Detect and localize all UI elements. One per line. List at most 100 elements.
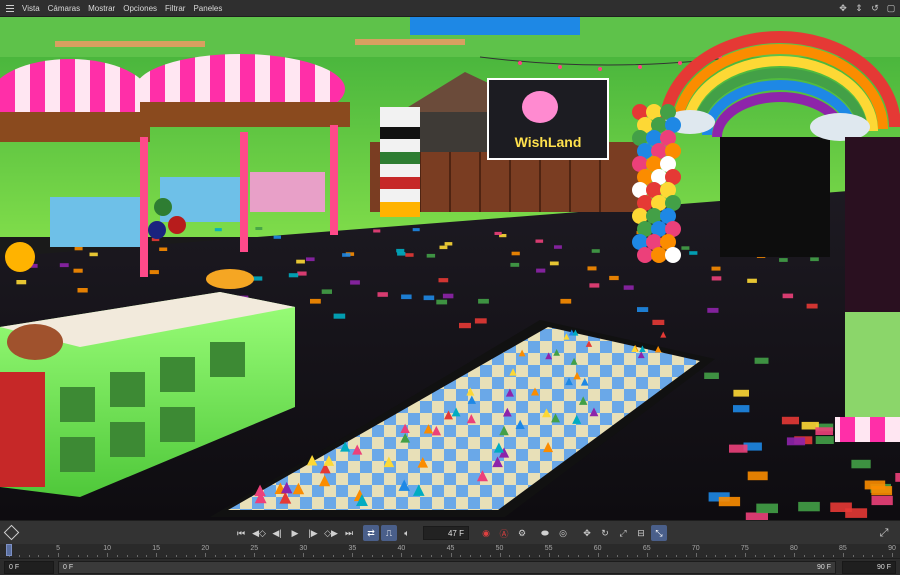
timeline-tick-label: 50 bbox=[495, 545, 504, 552]
timeline-tick bbox=[636, 555, 638, 557]
timeline-tick bbox=[146, 555, 148, 557]
timeline-tick bbox=[744, 553, 746, 557]
timeline-tick bbox=[528, 555, 530, 557]
menu-mostrar[interactable]: Mostrar bbox=[84, 0, 119, 17]
current-frame-field[interactable]: 47 F bbox=[423, 526, 469, 540]
timeline-tick bbox=[793, 553, 795, 557]
timeline-tick bbox=[303, 553, 305, 557]
key-selection-icon[interactable]: ⬬ bbox=[537, 525, 553, 541]
timeline-tick bbox=[509, 555, 511, 557]
timeline-tick-label: 5 bbox=[56, 545, 60, 552]
preview-range-slider[interactable]: 0 F 90 F bbox=[58, 561, 836, 574]
3d-viewport[interactable]: WishLand bbox=[0, 17, 900, 520]
playhead-marker[interactable] bbox=[6, 544, 12, 556]
autokey-icon[interactable]: Ⓐ bbox=[496, 525, 512, 541]
end-frame-field[interactable]: 90 F bbox=[842, 561, 896, 574]
timeline-tick bbox=[381, 555, 383, 557]
timeline-tick-label: 15 bbox=[152, 545, 161, 552]
loop-icon[interactable]: ⇄ bbox=[363, 525, 379, 541]
timeline-tick-label: 55 bbox=[544, 545, 553, 552]
rotate-key-icon[interactable]: ↻ bbox=[597, 525, 613, 541]
timeline-tick bbox=[67, 555, 69, 557]
timeline-tick bbox=[421, 555, 423, 557]
record-icon[interactable]: ◉ bbox=[478, 525, 494, 541]
play-icon[interactable]: ▶ bbox=[287, 525, 303, 541]
pan-view-icon[interactable]: ⇕ bbox=[854, 3, 864, 14]
timeline-ruler[interactable]: 051015202530354045505560657075808590 bbox=[0, 544, 900, 558]
timeline-tick bbox=[401, 553, 403, 557]
timeline-tick bbox=[705, 555, 707, 557]
timeline-tick bbox=[107, 553, 109, 557]
timeline-tick bbox=[803, 555, 805, 557]
menu-opciones[interactable]: Opciones bbox=[119, 0, 161, 17]
timeline-tick bbox=[695, 553, 697, 557]
timeline-tick bbox=[58, 553, 60, 557]
timeline-tick bbox=[254, 553, 256, 557]
timeline-tick bbox=[97, 555, 99, 557]
previous-key-icon[interactable]: ◀◇ bbox=[251, 525, 267, 541]
transport-bar: ⏮ ◀◇ ◀| ▶ |▶ ◇▶ ⏭ ⇄ ⎍ 🔈︎ 47 F ◉ Ⓐ ⚙ ⬬ ◎ … bbox=[0, 520, 900, 544]
fcurve-icon[interactable]: ◎ bbox=[555, 525, 571, 541]
keyframe-settings-icon[interactable]: ⚙ bbox=[514, 525, 530, 541]
menu-camaras[interactable]: Cámaras bbox=[44, 0, 84, 17]
viewport-menu-bar: Vista Cámaras Mostrar Opciones Filtrar P… bbox=[0, 0, 900, 17]
param-key-icon[interactable]: ⊟ bbox=[633, 525, 649, 541]
timeline-tick bbox=[499, 553, 501, 557]
timeline-tick bbox=[460, 555, 462, 557]
timeline-tick bbox=[48, 555, 50, 557]
timeline-tick-label: 60 bbox=[593, 545, 602, 552]
playback-rate-icon[interactable]: ⎍ bbox=[381, 525, 397, 541]
timeline-tick bbox=[715, 555, 717, 557]
timeline-tick bbox=[430, 555, 432, 557]
menu-filtrar[interactable]: Filtrar bbox=[161, 0, 189, 17]
timeline-icon[interactable]: ⤢ bbox=[876, 525, 892, 541]
timeline-tick bbox=[627, 555, 629, 557]
preview-end-label: 90 F bbox=[816, 564, 831, 571]
timeline-tick bbox=[754, 555, 756, 557]
menu-vista[interactable]: Vista bbox=[18, 0, 44, 17]
timeline-tick bbox=[685, 555, 687, 557]
timeline-tick bbox=[548, 553, 550, 557]
timeline-tick-label: 90 bbox=[888, 545, 896, 552]
timeline-tick bbox=[215, 555, 217, 557]
move-view-icon[interactable]: ✥ bbox=[838, 3, 848, 14]
timeline-tick bbox=[411, 555, 413, 557]
timeline-tick bbox=[313, 555, 315, 557]
timeline-tick bbox=[538, 555, 540, 557]
timeline-tick bbox=[666, 555, 668, 557]
maximize-view-icon[interactable]: ▢ bbox=[886, 3, 896, 14]
timeline-tick-label: 40 bbox=[397, 545, 406, 552]
timeline-tick bbox=[646, 553, 648, 557]
zoom-view-icon[interactable]: ↺ bbox=[870, 3, 880, 14]
timeline-tick-label: 85 bbox=[839, 545, 847, 552]
wishland-sign-text: WishLand bbox=[515, 134, 582, 150]
timeline-tick bbox=[823, 555, 825, 557]
timeline-tick-label: 25 bbox=[250, 545, 259, 552]
pla-key-icon[interactable]: ⤡ bbox=[651, 525, 667, 541]
menu-paneles[interactable]: Paneles bbox=[189, 0, 226, 17]
go-to-start-icon[interactable]: ⏮ bbox=[233, 525, 249, 541]
timeline-tick bbox=[558, 555, 560, 557]
next-key-icon[interactable]: ◇▶ bbox=[323, 525, 339, 541]
timeline-tick bbox=[264, 555, 266, 557]
timeline-tick bbox=[322, 555, 324, 557]
timeline-tick bbox=[568, 555, 570, 557]
timeline-tick bbox=[362, 555, 364, 557]
timeline-tick bbox=[342, 555, 344, 557]
keyframe-diamond-icon[interactable] bbox=[3, 524, 20, 541]
timeline-tick-label: 65 bbox=[642, 545, 651, 552]
timeline-tick bbox=[470, 555, 472, 557]
timeline-tick bbox=[38, 555, 40, 557]
step-forward-icon[interactable]: |▶ bbox=[305, 525, 321, 541]
go-to-end-icon[interactable]: ⏭ bbox=[341, 525, 357, 541]
step-back-icon[interactable]: ◀| bbox=[269, 525, 285, 541]
timeline-tick-label: 70 bbox=[691, 545, 700, 552]
start-frame-field[interactable]: 0 F bbox=[4, 561, 54, 574]
timeline-tick bbox=[833, 555, 835, 557]
move-key-icon[interactable]: ✥ bbox=[579, 525, 595, 541]
sound-icon[interactable]: 🔈︎ bbox=[399, 525, 415, 541]
timeline-tick bbox=[185, 555, 187, 557]
scale-key-icon[interactable]: ⤢ bbox=[615, 525, 631, 541]
timeline-tick bbox=[136, 555, 138, 557]
panel-menu-icon[interactable] bbox=[2, 0, 18, 17]
